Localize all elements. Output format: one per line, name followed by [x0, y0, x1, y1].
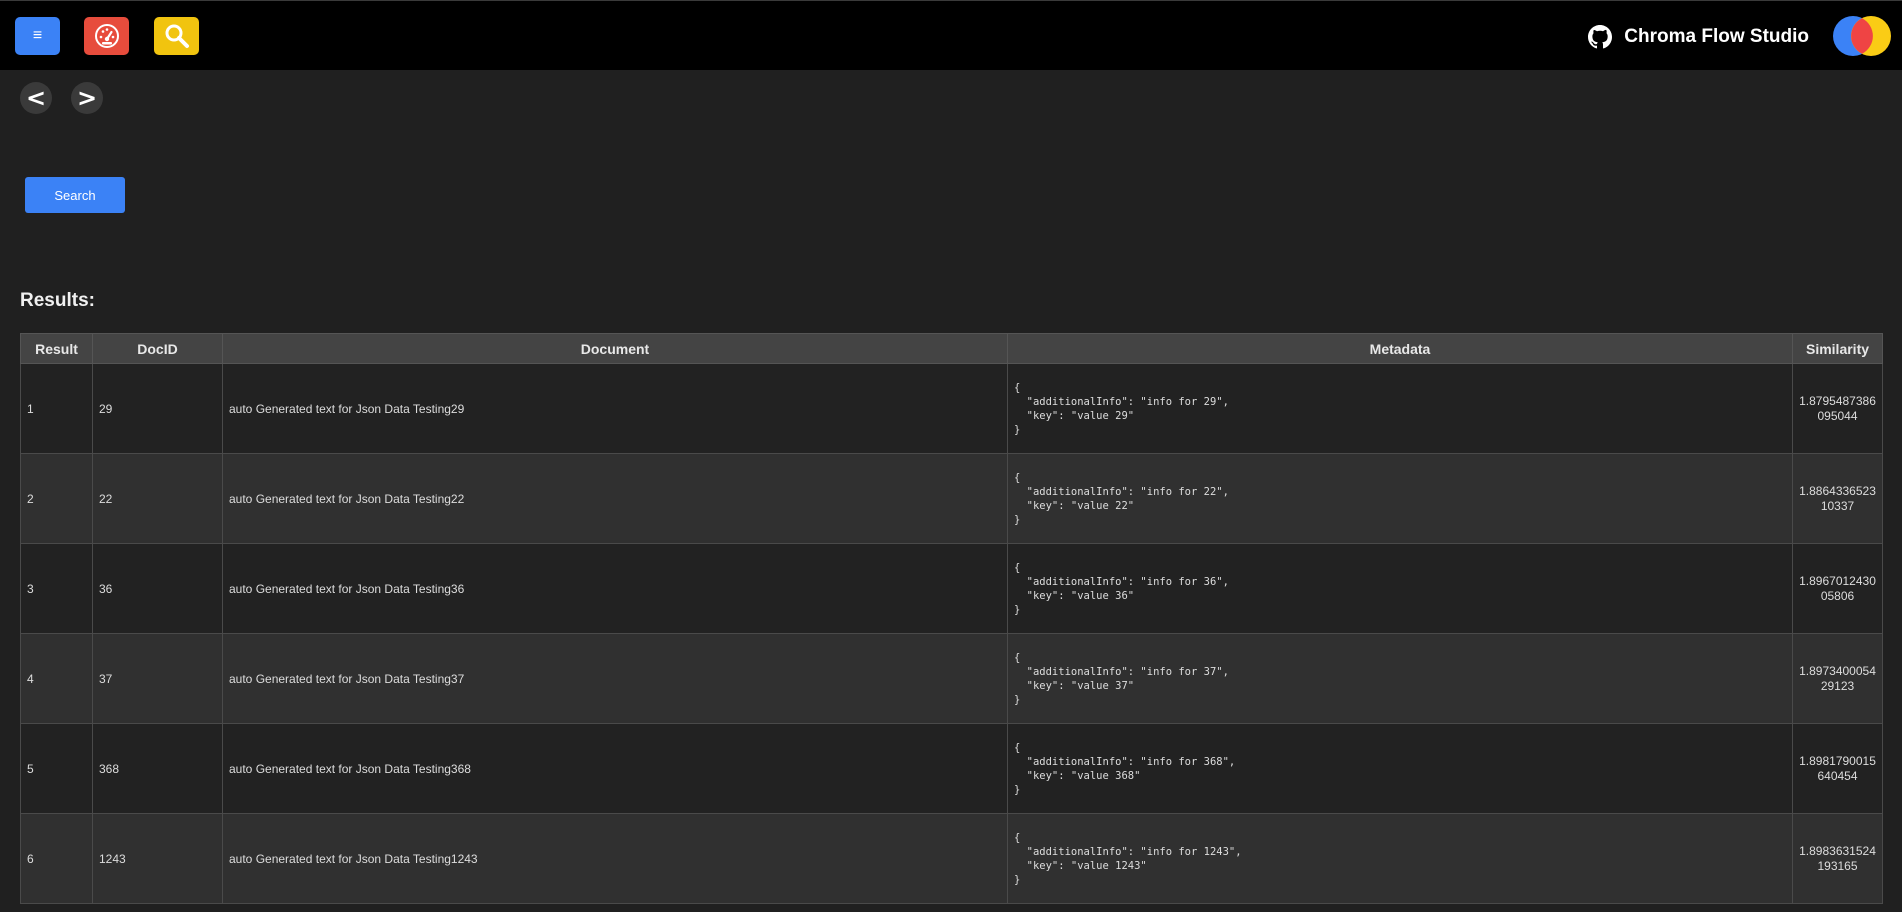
- column-header-similarity: Similarity: [1792, 333, 1883, 364]
- metadata-json: { "additionalInfo": "info for 36", "key"…: [1007, 543, 1793, 634]
- similarity-score: 1.897340005429123: [1792, 633, 1883, 724]
- search-nav-button[interactable]: [154, 17, 199, 55]
- menu-button[interactable]: ≡: [15, 17, 60, 55]
- similarity-score: 1.896701243005806: [1792, 543, 1883, 634]
- document-text: auto Generated text for Json Data Testin…: [222, 813, 1008, 904]
- column-header-docid: DocID: [92, 333, 223, 364]
- github-icon[interactable]: [1588, 25, 1612, 49]
- result-rank: 2: [20, 453, 93, 544]
- document-text: auto Generated text for Json Data Testin…: [222, 453, 1008, 544]
- result-rank: 5: [20, 723, 93, 814]
- doc-id: 22: [92, 453, 223, 544]
- dashboard-button[interactable]: [84, 17, 129, 55]
- document-text: auto Generated text for Json Data Testin…: [222, 723, 1008, 814]
- hamburger-icon: ≡: [32, 27, 43, 44]
- forward-button[interactable]: >: [71, 82, 103, 114]
- doc-id: 29: [92, 363, 223, 454]
- app-logo-icon: [1833, 16, 1891, 56]
- results-table: Result DocID Document Metadata Similarit…: [20, 333, 1883, 904]
- doc-id: 36: [92, 543, 223, 634]
- document-text: auto Generated text for Json Data Testin…: [222, 543, 1008, 634]
- brand-title: Chroma Flow Studio: [1624, 26, 1809, 47]
- metadata-json: { "additionalInfo": "info for 37", "key"…: [1007, 633, 1793, 724]
- doc-id: 368: [92, 723, 223, 814]
- document-text: auto Generated text for Json Data Testin…: [222, 363, 1008, 454]
- doc-id: 37: [92, 633, 223, 724]
- table-header-row: Result DocID Document Metadata Similarit…: [20, 333, 1883, 364]
- table-row: 1 29 auto Generated text for Json Data T…: [20, 363, 1883, 454]
- metadata-json: { "additionalInfo": "info for 368", "key…: [1007, 723, 1793, 814]
- similarity-score: 1.8981790015640454: [1792, 723, 1883, 814]
- column-header-metadata: Metadata: [1007, 333, 1793, 364]
- column-header-document: Document: [222, 333, 1008, 364]
- similarity-score: 1.886433652310337: [1792, 453, 1883, 544]
- document-text: auto Generated text for Json Data Testin…: [222, 633, 1008, 724]
- table-row: 5 368 auto Generated text for Json Data …: [20, 723, 1883, 814]
- results-heading: Results:: [20, 290, 95, 311]
- column-header-result: Result: [20, 333, 93, 364]
- result-rank: 1: [20, 363, 93, 454]
- metadata-json: { "additionalInfo": "info for 22", "key"…: [1007, 453, 1793, 544]
- search-button[interactable]: Search: [25, 177, 125, 213]
- gauge-icon: [94, 24, 119, 48]
- table-row: 3 36 auto Generated text for Json Data T…: [20, 543, 1883, 634]
- similarity-score: 1.8795487386095044: [1792, 363, 1883, 454]
- result-rank: 6: [20, 813, 93, 904]
- result-rank: 4: [20, 633, 93, 724]
- table-row: 4 37 auto Generated text for Json Data T…: [20, 633, 1883, 724]
- table-row: 6 1243 auto Generated text for Json Data…: [20, 813, 1883, 904]
- top-navbar: ≡ Chroma Flow Studio: [0, 0, 1902, 70]
- similarity-score: 1.8983631524193165: [1792, 813, 1883, 904]
- back-button[interactable]: <: [20, 82, 52, 114]
- metadata-json: { "additionalInfo": "info for 1243", "ke…: [1007, 813, 1793, 904]
- result-rank: 3: [20, 543, 93, 634]
- doc-id: 1243: [92, 813, 223, 904]
- metadata-json: { "additionalInfo": "info for 29", "key"…: [1007, 363, 1793, 454]
- table-row: 2 22 auto Generated text for Json Data T…: [20, 453, 1883, 544]
- magnifier-icon: [165, 24, 189, 48]
